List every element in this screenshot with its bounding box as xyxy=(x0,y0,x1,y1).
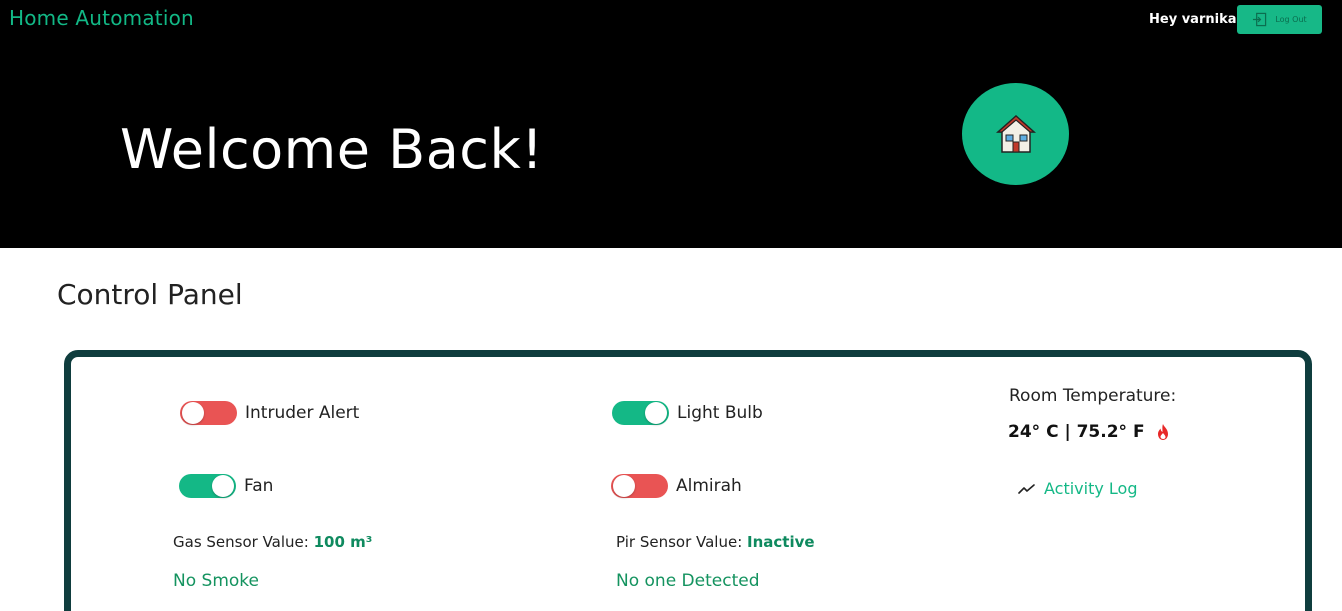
fan-toggle[interactable]: Fan xyxy=(179,474,273,498)
logout-icon xyxy=(1253,12,1267,27)
intruder-alert-toggle[interactable]: Intruder Alert xyxy=(180,401,359,425)
logout-button[interactable]: Log Out xyxy=(1237,5,1322,34)
toggle-switch[interactable] xyxy=(179,474,236,498)
fire-icon xyxy=(1157,424,1168,440)
gas-sensor-value: 100 m³ xyxy=(313,533,373,551)
almirah-toggle[interactable]: Almirah xyxy=(611,474,742,498)
toggle-label: Almirah xyxy=(676,476,742,496)
toggle-switch[interactable] xyxy=(611,474,668,498)
activity-log-label: Activity Log xyxy=(1044,479,1138,498)
app-brand[interactable]: Home Automation xyxy=(9,6,194,30)
pir-sensor-reading: Pir Sensor Value: Inactive xyxy=(616,533,815,551)
gas-sensor-reading: Gas Sensor Value: 100 m³ xyxy=(173,533,372,551)
toggle-label: Intruder Alert xyxy=(245,403,360,423)
toggle-label: Light Bulb xyxy=(677,403,763,423)
house-badge xyxy=(962,83,1069,185)
gas-sensor-status: No Smoke xyxy=(173,571,259,591)
room-temperature-label: Room Temperature: xyxy=(1009,386,1177,406)
hero-banner: Home Automation Hey varnika Log Out Welc… xyxy=(0,0,1342,248)
room-temperature-value: 24° C | 75.2° F xyxy=(1008,422,1145,442)
activity-log-link[interactable]: Activity Log xyxy=(1018,479,1138,498)
toggle-label: Fan xyxy=(244,476,274,496)
logout-label: Log Out xyxy=(1275,15,1307,24)
welcome-heading: Welcome Back! xyxy=(120,118,544,181)
pir-sensor-value: Inactive xyxy=(747,533,815,551)
pir-sensor-status: No one Detected xyxy=(616,571,760,591)
room-temperature-reading: 24° C | 75.2° F xyxy=(1008,422,1171,442)
control-panel-title: Control Panel xyxy=(57,278,243,311)
house-icon xyxy=(995,114,1036,153)
light-bulb-toggle[interactable]: Light Bulb xyxy=(612,401,763,425)
user-greeting: Hey varnika xyxy=(1149,12,1237,27)
gas-sensor-label: Gas Sensor Value: xyxy=(173,533,309,551)
pir-sensor-label: Pir Sensor Value: xyxy=(616,533,743,551)
trend-line-icon xyxy=(1018,483,1035,494)
toggle-switch[interactable] xyxy=(612,401,669,425)
toggle-switch[interactable] xyxy=(180,401,237,425)
